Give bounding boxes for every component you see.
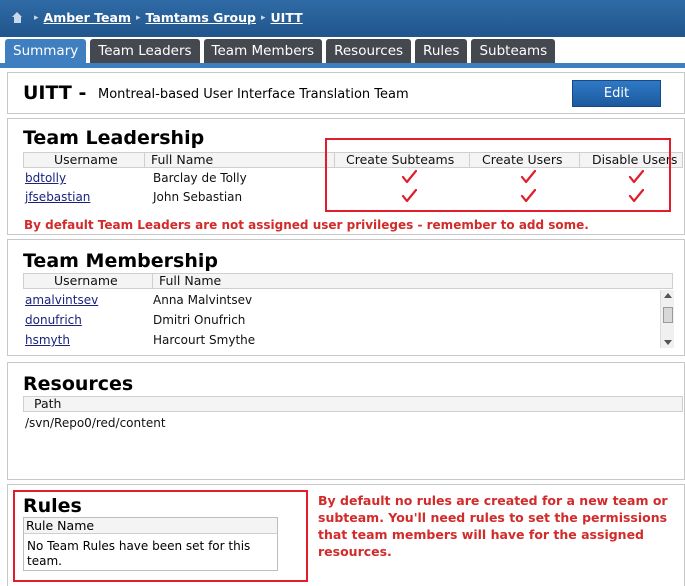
- edit-button[interactable]: Edit: [572, 80, 661, 107]
- breadcrumb-tamtams-group[interactable]: Tamtams Group: [146, 10, 256, 25]
- membership-scrollbar[interactable]: [660, 290, 674, 348]
- breadcrumb-amber-team[interactable]: Amber Team: [44, 10, 131, 25]
- annotation-highlight-box: [325, 138, 671, 212]
- chevron-right-icon: ▸: [34, 12, 39, 23]
- resources-grid-header: Path: [23, 396, 683, 412]
- leader-username-link[interactable]: jfsebastian: [25, 190, 90, 204]
- member-username-link[interactable]: donufrich: [25, 313, 82, 327]
- member-username-link[interactable]: hsmyth: [25, 333, 70, 347]
- tab-team-leaders[interactable]: Team Leaders: [90, 39, 200, 63]
- chevron-right-icon: ▸: [260, 12, 266, 23]
- column-full-name[interactable]: Full Name: [152, 274, 672, 288]
- section-title-membership: Team Membership: [23, 250, 218, 272]
- breadcrumb-bar: ▸ Amber Team ▸ Tamtams Group ▸ UITT: [0, 0, 685, 37]
- tab-rules[interactable]: Rules: [415, 39, 468, 63]
- breadcrumb: ▸ Amber Team ▸ Tamtams Group ▸ UITT: [12, 10, 303, 25]
- leader-privilege-warning: By default Team Leaders are not assigned…: [24, 218, 589, 232]
- tab-subteams[interactable]: Subteams: [471, 39, 556, 63]
- breadcrumb-uitt[interactable]: UITT: [271, 10, 303, 25]
- column-username[interactable]: Username: [24, 274, 152, 288]
- tab-underline: [0, 63, 685, 68]
- member-username-link[interactable]: amalvintsev: [25, 293, 98, 307]
- rules-annotation-note: By default no rules are created for a ne…: [318, 493, 668, 559]
- leader-username-link[interactable]: bdtolly: [25, 171, 66, 185]
- team-description: Montreal-based User Interface Translatio…: [98, 87, 409, 102]
- annotation-highlight-box: [13, 490, 308, 582]
- resources-panel: Resources Path /svn/Repo0/red/content: [7, 362, 685, 480]
- membership-grid-header: Username Full Name: [23, 273, 673, 289]
- summary-panel: UITT - Montreal-based User Interface Tra…: [7, 72, 685, 114]
- member-full-name: Dmitri Onufrich: [153, 313, 246, 327]
- member-full-name: Harcourt Smythe: [153, 333, 256, 347]
- scroll-thumb[interactable]: [663, 307, 673, 323]
- section-title-leadership: Team Leadership: [23, 127, 205, 149]
- section-title-resources: Resources: [23, 373, 134, 395]
- chevron-right-icon: ▸: [135, 12, 141, 23]
- tab-summary[interactable]: Summary: [5, 39, 87, 63]
- column-full-name[interactable]: Full Name: [144, 153, 334, 167]
- home-icon[interactable]: [12, 12, 23, 23]
- leader-full-name: John Sebastian: [153, 190, 243, 204]
- member-full-name: Anna Malvintsev: [153, 293, 253, 307]
- tab-resources[interactable]: Resources: [326, 39, 412, 63]
- team-membership-panel: Team Membership Username Full Name amalv…: [7, 239, 685, 356]
- team-name: UITT -: [23, 82, 87, 104]
- tab-bar: Summary Team Leaders Team Members Resour…: [5, 39, 559, 63]
- leader-full-name: Barclay de Tolly: [153, 171, 247, 185]
- scroll-up-icon[interactable]: [664, 293, 672, 298]
- column-path[interactable]: Path: [24, 397, 684, 411]
- column-username[interactable]: Username: [24, 153, 144, 167]
- tab-team-members[interactable]: Team Members: [203, 39, 323, 63]
- resource-path: /svn/Repo0/red/content: [25, 416, 166, 430]
- scroll-down-icon[interactable]: [664, 340, 672, 345]
